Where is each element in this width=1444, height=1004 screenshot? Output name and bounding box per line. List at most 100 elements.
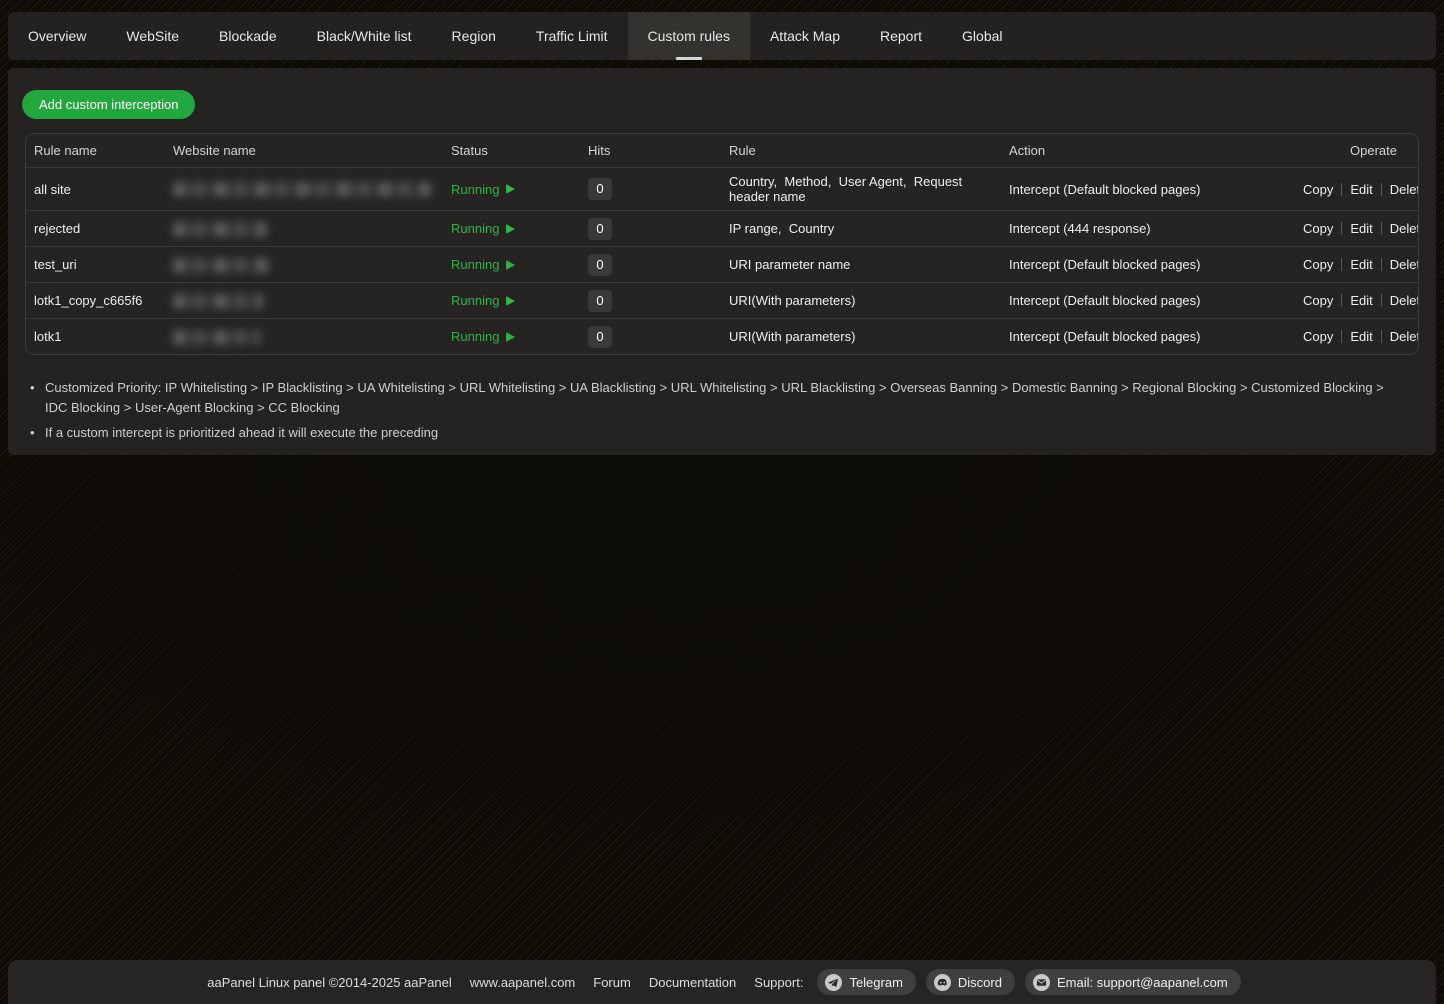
action-cell: Intercept (Default blocked pages) (1009, 251, 1303, 278)
hits-cell: 0 (588, 172, 729, 206)
edit-link[interactable]: Edit (1350, 257, 1372, 272)
header-action: Action (1009, 143, 1303, 158)
hits-cell: 0 (588, 284, 729, 318)
rule-cell: Country, Method, User Agent, Request hea… (729, 168, 1009, 210)
play-icon (506, 260, 515, 270)
table-header-row: Rule name Website name Status Hits Rule … (26, 134, 1418, 167)
copy-link[interactable]: Copy (1303, 182, 1333, 197)
tab-blockade[interactable]: Blockade (199, 12, 297, 60)
header-operate: Operate (1303, 143, 1409, 158)
delete-link[interactable]: Delete (1390, 293, 1419, 308)
hits-badge: 0 (588, 290, 612, 312)
action-cell: Intercept (Default blocked pages) (1009, 287, 1303, 314)
edit-link[interactable]: Edit (1350, 221, 1372, 236)
email-icon (1033, 974, 1050, 991)
edit-link[interactable]: Edit (1350, 182, 1372, 197)
operate-cell: Copy Edit Delete (1303, 323, 1419, 350)
copy-link[interactable]: Copy (1303, 293, 1333, 308)
website-name-cell (173, 286, 451, 314)
tab-overview[interactable]: Overview (8, 12, 106, 60)
tab-global[interactable]: Global (942, 12, 1022, 60)
add-custom-interception-button[interactable]: Add custom interception (22, 90, 195, 119)
documentation-link[interactable]: Documentation (649, 975, 736, 990)
copy-link[interactable]: Copy (1303, 257, 1333, 272)
email-button[interactable]: Email: support@aapanel.com (1025, 969, 1241, 995)
tab-region[interactable]: Region (432, 12, 516, 60)
status-toggle[interactable]: Running (451, 257, 515, 272)
delete-link[interactable]: Delete (1390, 221, 1419, 236)
status-toggle[interactable]: Running (451, 293, 515, 308)
divider (1381, 294, 1382, 307)
table-body: all site Running 0 Country, Method, User… (26, 167, 1418, 354)
tab-custom-rules[interactable]: Custom rules (628, 12, 750, 60)
support-label: Support: (754, 975, 803, 990)
status-cell: Running (451, 251, 588, 278)
header-rule: Rule (729, 143, 1009, 158)
play-icon (506, 224, 515, 234)
redacted-website-name (173, 330, 260, 345)
discord-button[interactable]: Discord (926, 969, 1015, 995)
telegram-button[interactable]: Telegram (817, 969, 915, 995)
table-row: rejected Running 0 IP range, Country Int… (26, 210, 1418, 246)
table-row: lotk1_copy_c665f6 Running 0 URI(With par… (26, 282, 1418, 318)
redacted-website-name (173, 258, 269, 273)
status-text: Running (451, 257, 499, 272)
forum-link[interactable]: Forum (593, 975, 631, 990)
table-row: all site Running 0 Country, Method, User… (26, 167, 1418, 210)
edit-link[interactable]: Edit (1350, 329, 1372, 344)
footer-bar: aaPanel Linux panel ©2014-2025 aaPanel w… (8, 960, 1436, 1004)
delete-link[interactable]: Delete (1390, 257, 1419, 272)
operate-cell: Copy Edit Delete (1303, 215, 1419, 242)
hits-badge: 0 (588, 178, 612, 200)
tab-website[interactable]: WebSite (106, 12, 199, 60)
divider (1341, 294, 1342, 307)
telegram-label: Telegram (849, 975, 902, 990)
copy-link[interactable]: Copy (1303, 329, 1333, 344)
header-hits: Hits (588, 143, 729, 158)
website-name-cell (173, 322, 451, 350)
operate-cell: Copy Edit Delete (1303, 176, 1419, 203)
action-cell: Intercept (Default blocked pages) (1009, 176, 1303, 203)
rule-name-cell: test_uri (26, 251, 173, 278)
top-nav: OverviewWebSiteBlockadeBlack/White listR… (8, 12, 1436, 60)
divider (1381, 222, 1382, 235)
status-text: Running (451, 221, 499, 236)
play-icon (506, 296, 515, 306)
hits-badge: 0 (588, 218, 612, 240)
delete-link[interactable]: Delete (1390, 329, 1419, 344)
discord-label: Discord (958, 975, 1002, 990)
copyright-text: aaPanel Linux panel ©2014-2025 aaPanel (207, 975, 452, 990)
table-row: lotk1 Running 0 URI(With parameters) Int… (26, 318, 1418, 354)
play-icon (506, 332, 515, 342)
tab-attack-map[interactable]: Attack Map (750, 12, 860, 60)
divider (1381, 258, 1382, 271)
status-cell: Running (451, 323, 588, 350)
rule-name-cell: lotk1 (26, 323, 173, 350)
status-toggle[interactable]: Running (451, 329, 515, 344)
note-priority: Customized Priority: IP Whitelisting > I… (27, 378, 1385, 418)
website-link[interactable]: www.aapanel.com (470, 975, 576, 990)
action-cell: Intercept (444 response) (1009, 215, 1303, 242)
rule-cell: URI parameter name (729, 251, 1009, 278)
redacted-website-name (173, 222, 267, 237)
hits-badge: 0 (588, 254, 612, 276)
custom-rules-panel: Add custom interception Rule name Websit… (8, 68, 1436, 455)
nav-tabs: OverviewWebSiteBlockadeBlack/White listR… (8, 12, 1023, 60)
tab-traffic-limit[interactable]: Traffic Limit (516, 12, 628, 60)
edit-link[interactable]: Edit (1350, 293, 1372, 308)
divider (1381, 183, 1382, 196)
status-cell: Running (451, 176, 588, 203)
email-label: Email: support@aapanel.com (1057, 975, 1228, 990)
tab-report[interactable]: Report (860, 12, 942, 60)
status-toggle[interactable]: Running (451, 182, 515, 197)
table-row: test_uri Running 0 URI parameter name In… (26, 246, 1418, 282)
notes-list: Customized Priority: IP Whitelisting > I… (27, 378, 1385, 448)
status-toggle[interactable]: Running (451, 221, 515, 236)
delete-link[interactable]: Delete (1390, 182, 1419, 197)
hits-cell: 0 (588, 248, 729, 282)
copy-link[interactable]: Copy (1303, 221, 1333, 236)
status-text: Running (451, 182, 499, 197)
header-status: Status (451, 143, 588, 158)
divider (1341, 258, 1342, 271)
tab-black-white-list[interactable]: Black/White list (297, 12, 432, 60)
